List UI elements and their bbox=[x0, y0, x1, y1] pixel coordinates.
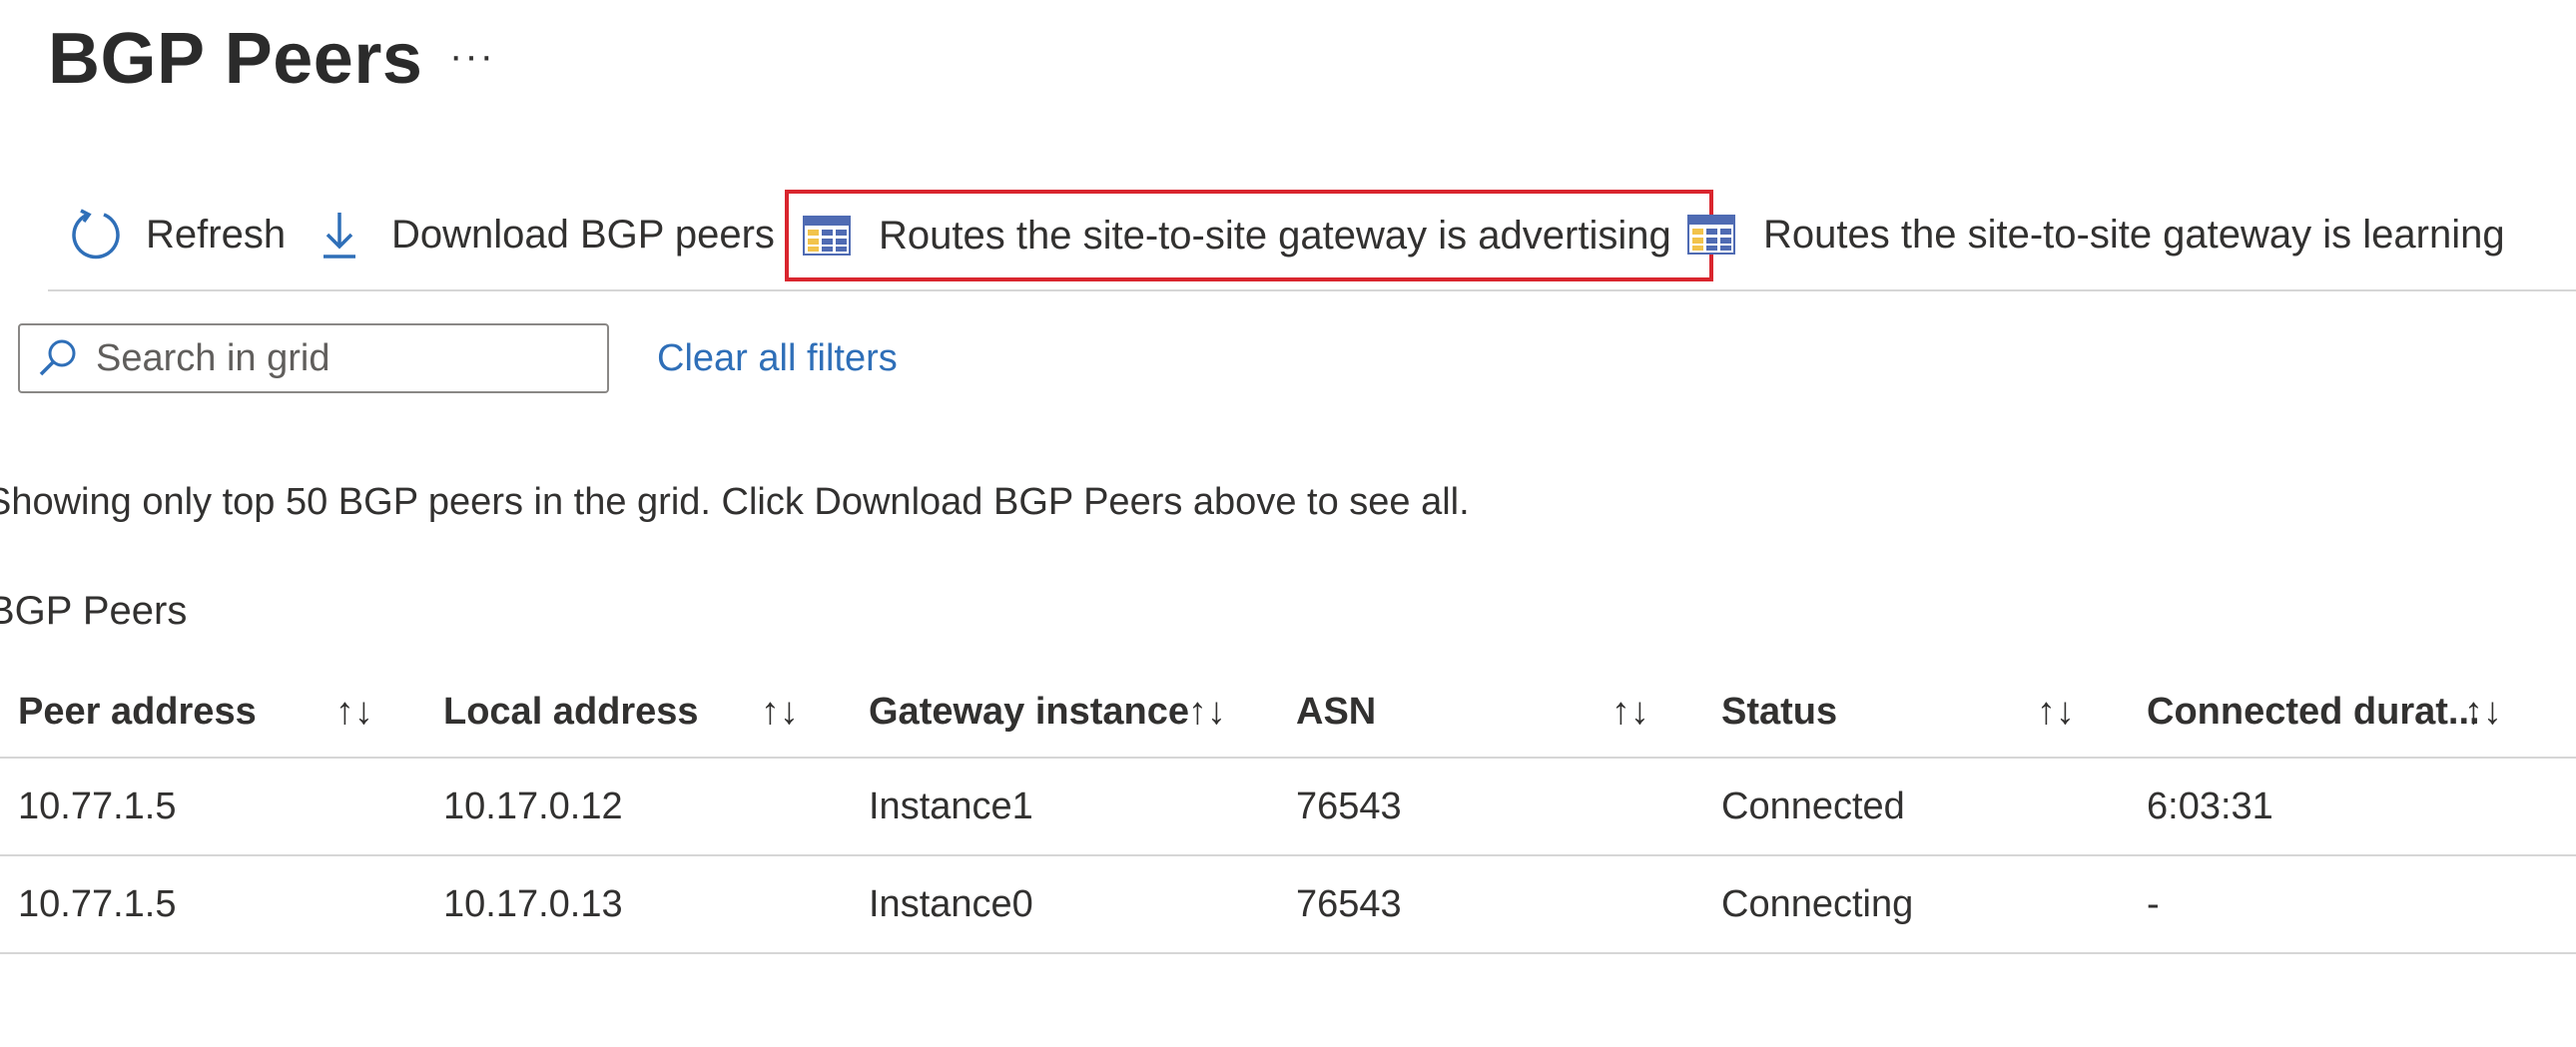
search-icon bbox=[36, 336, 80, 380]
cell-connected-duration: - bbox=[2147, 882, 2160, 925]
sort-icon[interactable]: ↑↓ bbox=[335, 667, 373, 757]
search-input[interactable] bbox=[94, 335, 597, 381]
page-title: BGP Peers bbox=[48, 19, 423, 99]
info-message: Showing only top 50 BGP peers in the gri… bbox=[0, 481, 1470, 523]
table-row[interactable]: 10.77.1.5 10.17.0.13 Instance0 76543 Con… bbox=[0, 856, 2576, 954]
refresh-icon bbox=[68, 207, 124, 262]
column-header-connected-duration[interactable]: Connected durat... bbox=[2147, 667, 2480, 757]
cell-asn: 76543 bbox=[1296, 882, 1402, 925]
refresh-label: Refresh bbox=[146, 212, 287, 257]
clear-all-filters-link[interactable]: Clear all filters bbox=[657, 337, 898, 380]
grid-header-row: Peer address ↑↓ Local address ↑↓ Gateway… bbox=[0, 667, 2576, 759]
cell-peer-address: 10.77.1.5 bbox=[18, 882, 177, 925]
routes-learning-label: Routes the site-to-site gateway is learn… bbox=[1763, 212, 2505, 257]
search-box bbox=[18, 323, 609, 393]
cell-local-address: 10.17.0.13 bbox=[443, 882, 623, 925]
sort-icon[interactable]: ↑↓ bbox=[2464, 667, 2502, 757]
table-row[interactable]: 10.77.1.5 10.17.0.12 Instance1 76543 Con… bbox=[0, 759, 2576, 856]
cell-status: Connected bbox=[1721, 785, 1905, 827]
more-options-button[interactable]: ··· bbox=[449, 34, 495, 79]
download-bgp-peers-button[interactable]: Download BGP peers bbox=[318, 190, 775, 279]
cell-status: Connecting bbox=[1721, 882, 1914, 925]
grid-title: BGP Peers bbox=[0, 589, 188, 633]
toolbar: Refresh Download BGP peers Routes the si… bbox=[48, 190, 2576, 291]
download-label: Download BGP peers bbox=[391, 212, 775, 257]
bgp-peers-grid: Peer address ↑↓ Local address ↑↓ Gateway… bbox=[0, 667, 2576, 954]
download-icon bbox=[318, 207, 361, 262]
sort-icon[interactable]: ↑↓ bbox=[1611, 667, 1649, 757]
routes-advertising-button[interactable]: Routes the site-to-site gateway is adver… bbox=[785, 190, 1713, 281]
column-header-gateway-instance[interactable]: Gateway instance bbox=[869, 667, 1189, 757]
cell-gateway-instance: Instance0 bbox=[869, 882, 1033, 925]
cell-local-address: 10.17.0.12 bbox=[443, 785, 623, 827]
cell-gateway-instance: Instance1 bbox=[869, 785, 1033, 827]
bgp-peers-page: BGP Peers ··· Refresh Download BGP peers bbox=[0, 0, 2576, 1047]
refresh-button[interactable]: Refresh bbox=[68, 190, 286, 279]
sort-icon[interactable]: ↑↓ bbox=[761, 667, 799, 757]
column-header-status[interactable]: Status bbox=[1721, 667, 1837, 757]
sort-icon[interactable]: ↑↓ bbox=[2037, 667, 2075, 757]
column-header-local-address[interactable]: Local address bbox=[443, 667, 699, 757]
column-header-asn[interactable]: ASN bbox=[1296, 667, 1376, 757]
routes-advertising-label: Routes the site-to-site gateway is adver… bbox=[879, 213, 1671, 258]
column-header-peer-address[interactable]: Peer address bbox=[18, 667, 257, 757]
cell-peer-address: 10.77.1.5 bbox=[18, 785, 177, 827]
table-icon bbox=[1687, 215, 1735, 255]
cell-asn: 76543 bbox=[1296, 785, 1402, 827]
cell-connected-duration: 6:03:31 bbox=[2147, 785, 2273, 827]
routes-learning-button[interactable]: Routes the site-to-site gateway is learn… bbox=[1687, 190, 2505, 279]
table-icon bbox=[803, 216, 851, 256]
sort-icon[interactable]: ↑↓ bbox=[1188, 667, 1226, 757]
